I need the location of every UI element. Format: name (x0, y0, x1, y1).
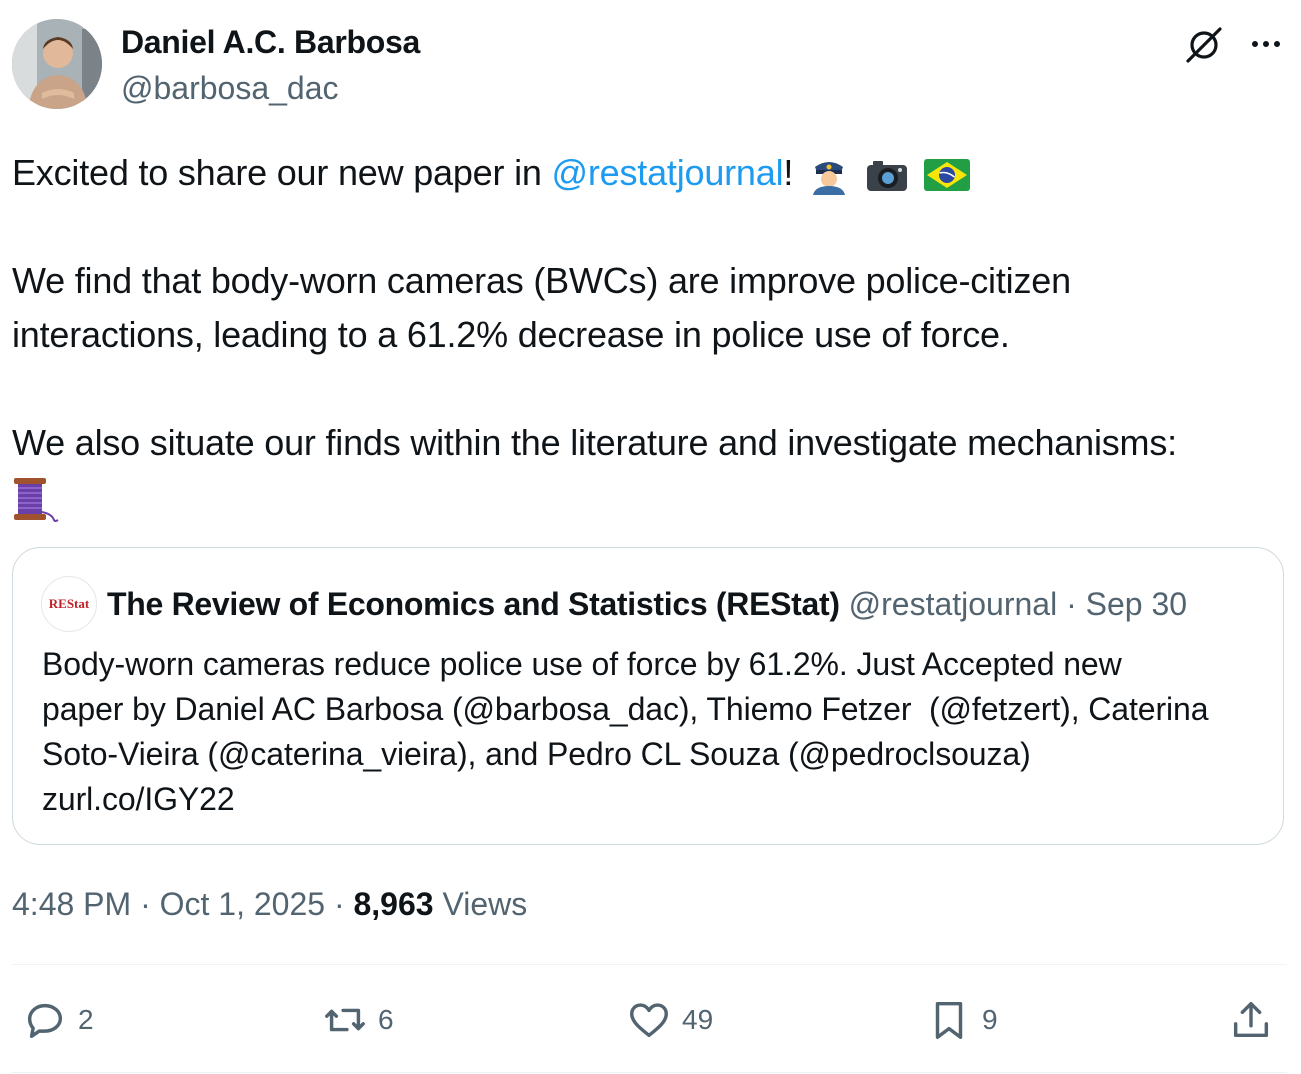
tweet-date[interactable]: Oct 1, 2025 (160, 886, 325, 922)
quote-avatar-text: REStat (48, 596, 90, 611)
camera-emoji (866, 161, 907, 192)
author-handle[interactable]: @barbosa_dac (121, 70, 339, 107)
tweet-line-1: Excited to share our new paper in @resta… (12, 146, 1287, 200)
mention-link[interactable]: @restatjournal (552, 152, 784, 193)
reply-icon (27, 1003, 63, 1039)
share-icon (1233, 1001, 1269, 1038)
divider-top (12, 964, 1287, 965)
repost-count: 6 (378, 1004, 394, 1035)
police-officer-emoji (813, 162, 845, 196)
bookmark-icon (935, 1001, 963, 1039)
meta-separator-1: · (140, 886, 151, 922)
profile-photo (12, 19, 102, 109)
grok-icon[interactable] (1184, 24, 1224, 64)
views-label: Views (442, 886, 528, 922)
share-button[interactable] (1228, 992, 1274, 1048)
more-icon[interactable] (1246, 24, 1286, 64)
tweet-time[interactable]: 4:48 PM (12, 886, 131, 922)
brazil-flag-emoji (923, 159, 970, 192)
quote-text: Body-worn cameras reduce police use of f… (42, 642, 1257, 822)
quoted-tweet-card[interactable]: REStat The Review of Economics and Stati… (12, 547, 1284, 845)
bookmark-count: 9 (982, 1004, 998, 1035)
quote-header: The Review of Economics and Statistics (… (107, 586, 1187, 623)
tweet-text: Excited to share our new paper in @resta… (12, 146, 1287, 524)
reply-button[interactable]: 2 (22, 992, 94, 1048)
quote-separator: · (1066, 586, 1077, 622)
thread-spool-emoji (14, 478, 59, 523)
heart-icon (630, 1003, 668, 1038)
repost-button[interactable]: 6 (322, 992, 394, 1048)
quote-line-2: paper by Daniel AC Barbosa (@barbosa_dac… (42, 691, 1209, 727)
bookmark-button[interactable]: 9 (926, 992, 998, 1048)
divider-bottom (12, 1072, 1287, 1073)
quote-line-4: zurl.co/IGY22 (42, 781, 235, 817)
like-count: 49 (682, 1004, 714, 1035)
reply-count: 2 (78, 1004, 94, 1035)
tweet-paragraph-2: We find that body-worn cameras (BWCs) ar… (12, 260, 1071, 355)
timestamp-row: 4:48 PM · Oct 1, 2025 · 8,963 Views (12, 886, 527, 923)
quote-author-name[interactable]: The Review of Economics and Statistics (… (107, 586, 840, 622)
tweet-line-1-prefix: Excited to share our new paper in (12, 152, 552, 193)
author-name[interactable]: Daniel A.C. Barbosa (121, 24, 420, 61)
like-button[interactable]: 49 (626, 992, 713, 1048)
author-avatar[interactable] (12, 19, 102, 109)
views-count: 8,963 (353, 886, 434, 922)
quote-line-3: Soto-Vieira (@caterina_vieira), and Pedr… (42, 736, 1031, 772)
tweet-paragraph-3: We also situate our finds within the lit… (12, 422, 1177, 463)
quote-avatar[interactable]: REStat (41, 576, 97, 632)
quote-date[interactable]: Sep 30 (1086, 586, 1187, 622)
tweet-line-1-suffix: ! (783, 152, 794, 193)
quote-handle[interactable]: @restatjournal (849, 586, 1058, 622)
meta-separator-2: · (333, 886, 345, 922)
quote-line-1: Body-worn cameras reduce police use of f… (42, 646, 1122, 682)
repost-icon (325, 1008, 365, 1032)
